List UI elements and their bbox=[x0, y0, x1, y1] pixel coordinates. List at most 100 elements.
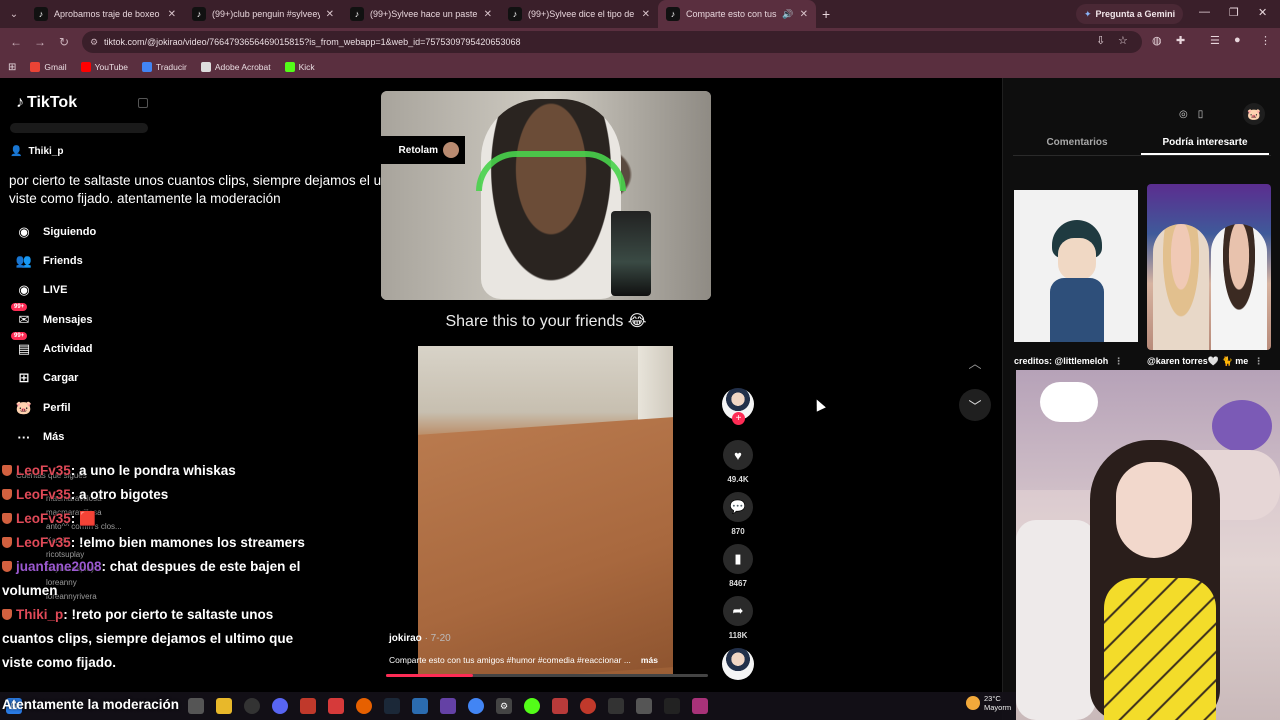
profile-avatar-icon[interactable]: ● bbox=[1234, 34, 1241, 46]
app-4k-icon[interactable] bbox=[608, 698, 624, 714]
previous-video-button[interactable]: ︿ bbox=[959, 346, 991, 378]
reading-list-icon[interactable]: ☰ bbox=[1210, 34, 1220, 47]
device-icon[interactable]: ▯ bbox=[1198, 109, 1204, 120]
bookmark-item[interactable]: Adobe Acrobat bbox=[200, 62, 271, 72]
epic-games-icon[interactable] bbox=[664, 698, 680, 714]
share-button[interactable]: ➦ 118K bbox=[720, 596, 756, 640]
browser-tab[interactable]: ♪ (99+)Sylvee dice el tipo de nom ✕ bbox=[500, 0, 658, 28]
back-icon[interactable]: ← bbox=[4, 35, 28, 49]
bookmark-item[interactable]: Kick bbox=[284, 62, 315, 72]
app-darkred-icon[interactable] bbox=[552, 698, 568, 714]
site-info-icon[interactable]: ⚙ bbox=[90, 37, 98, 48]
weather-widget[interactable]: 23°C Mayorm bbox=[966, 694, 1011, 712]
taskbar-app-icon[interactable] bbox=[188, 698, 204, 714]
sidebar-item-activity[interactable]: ▤ 99+ Actividad bbox=[11, 332, 93, 359]
apps-grid-icon[interactable]: ⊞ bbox=[8, 62, 16, 73]
sidebar-item-more[interactable]: ··· Más bbox=[14, 427, 65, 447]
app-green-icon[interactable] bbox=[524, 698, 540, 714]
reaction-video-top[interactable] bbox=[381, 91, 711, 300]
url-field[interactable]: ⚙ tiktok.com/@jokirao/video/766479365646… bbox=[82, 31, 1142, 53]
extensions-puzzle-icon[interactable]: ✚ bbox=[1176, 34, 1185, 47]
thumb-1-more-icon[interactable]: ⋮ bbox=[1114, 356, 1123, 366]
app-record-icon[interactable] bbox=[580, 698, 596, 714]
tab-comments[interactable]: Comentarios bbox=[1013, 130, 1141, 155]
sidebar-item-live[interactable]: ◉ LIVE bbox=[14, 280, 67, 300]
close-tab-icon[interactable]: ✕ bbox=[800, 9, 808, 20]
app-pink-icon[interactable] bbox=[692, 698, 708, 714]
sidebar-item-friends[interactable]: 👥 Friends bbox=[14, 251, 83, 271]
new-tab-button[interactable]: + bbox=[822, 6, 830, 22]
steam-app-icon[interactable] bbox=[384, 698, 400, 714]
maximize-icon[interactable]: ❐ bbox=[1229, 6, 1239, 19]
thumb-2-caption[interactable]: @karen torres🤍 🐈 me bbox=[1147, 356, 1248, 366]
firefox-icon[interactable] bbox=[356, 698, 372, 714]
comment-button[interactable]: 💬 870 bbox=[720, 492, 756, 536]
creator-avatar-button[interactable]: + bbox=[720, 388, 756, 425]
weather-sun-icon bbox=[966, 696, 980, 710]
speaker-icon[interactable]: 🔊 bbox=[782, 9, 793, 20]
discord-icon[interactable] bbox=[272, 698, 288, 714]
bookmark-item[interactable]: YouTube bbox=[80, 62, 128, 72]
video-progress-bar[interactable] bbox=[386, 674, 708, 677]
chat-username[interactable]: LeoFv35 bbox=[16, 535, 71, 550]
close-tab-icon[interactable]: ✕ bbox=[484, 9, 492, 20]
video-main-clip[interactable] bbox=[418, 346, 673, 676]
collapse-sidebar-icon[interactable] bbox=[138, 98, 148, 108]
video-author[interactable]: jokirao bbox=[389, 633, 422, 644]
gemini-button[interactable]: ✦ Pregunta a Gemini bbox=[1076, 4, 1184, 24]
app-blue-icon[interactable] bbox=[412, 698, 428, 714]
sidebar-item-messages[interactable]: ✉ 99+ Mensajes bbox=[11, 303, 93, 330]
app-gray-icon[interactable] bbox=[636, 698, 652, 714]
bookmark-item[interactable]: Traducir bbox=[142, 62, 187, 72]
follow-plus-icon[interactable]: + bbox=[732, 412, 745, 425]
reload-icon[interactable]: ↻ bbox=[52, 35, 76, 49]
app-red2-icon[interactable] bbox=[328, 698, 344, 714]
sidebar-item-avatar[interactable]: ◉ Siguiendo bbox=[14, 222, 96, 242]
chat-username[interactable]: LeoFv35 bbox=[16, 511, 71, 526]
chrome-icon[interactable] bbox=[468, 698, 484, 714]
file-explorer-icon[interactable] bbox=[216, 698, 232, 714]
next-video-button[interactable]: ﹀ bbox=[959, 389, 991, 421]
compass-icon[interactable]: ◎ bbox=[1179, 109, 1188, 120]
profile-pig-icon[interactable]: 🐷 bbox=[1243, 103, 1266, 125]
thumb-2-more-icon[interactable]: ⋮ bbox=[1254, 356, 1263, 366]
minimize-icon[interactable]: — bbox=[1199, 6, 1210, 18]
settings-gear-icon[interactable]: ⚙ bbox=[496, 698, 512, 714]
video-author-line[interactable]: jokirao · 7-20 bbox=[389, 633, 451, 644]
close-tab-icon[interactable]: ✕ bbox=[642, 9, 650, 20]
browser-tab[interactable]: ♪ Aprobamos traje de boxeo de ✕ bbox=[26, 0, 184, 28]
obs-icon[interactable] bbox=[440, 698, 456, 714]
steam-icon[interactable] bbox=[244, 698, 260, 714]
close-tab-icon[interactable]: ✕ bbox=[168, 9, 176, 20]
extension-icon[interactable]: ◍ bbox=[1152, 34, 1162, 47]
browser-tab[interactable]: ♪ (99+)club penguin #sylveey #s ✕ bbox=[184, 0, 342, 28]
recommended-thumb-1[interactable] bbox=[1014, 190, 1138, 342]
close-window-icon[interactable]: ✕ bbox=[1258, 6, 1267, 19]
sidebar-item-upload[interactable]: ⊞ Cargar bbox=[14, 368, 79, 388]
chat-username[interactable]: juanfane2008 bbox=[16, 559, 102, 574]
tiktok-logo[interactable]: ♪ TikTok bbox=[16, 94, 77, 112]
browser-tab[interactable]: ♪ Comparte esto con tus ami 🔊 ✕ bbox=[658, 0, 816, 28]
recommended-thumb-2[interactable] bbox=[1147, 184, 1271, 350]
video-date: · 7-20 bbox=[424, 633, 451, 644]
bookmark-star-icon[interactable]: ☆ bbox=[1118, 34, 1128, 47]
sound-avatar-button[interactable] bbox=[720, 648, 756, 680]
close-tab-icon[interactable]: ✕ bbox=[326, 9, 334, 20]
search-input[interactable] bbox=[10, 123, 148, 133]
like-button[interactable]: ♥ 49.4K bbox=[720, 440, 756, 484]
thumb-1-caption[interactable]: creditos: @littlemeloh bbox=[1014, 356, 1108, 366]
install-app-icon[interactable]: ⇩ bbox=[1096, 34, 1105, 47]
save-button[interactable]: ▮ 8467 bbox=[720, 544, 756, 588]
bookmark-item[interactable]: Gmail bbox=[30, 62, 67, 72]
chat-username[interactable]: LeoFv35 bbox=[16, 463, 71, 478]
app-red-icon[interactable] bbox=[300, 698, 316, 714]
forward-icon[interactable]: → bbox=[28, 35, 52, 49]
browser-menu-icon[interactable]: ⋮ bbox=[1260, 34, 1271, 47]
more-button[interactable]: más bbox=[641, 655, 658, 665]
sidebar-item-profile-pig[interactable]: 🐷 Perfil bbox=[14, 398, 71, 418]
tab-search-icon[interactable]: ⌄ bbox=[2, 2, 26, 26]
tab-recommended[interactable]: Podría interesarte bbox=[1141, 130, 1269, 155]
chat-username[interactable]: Thiki_p bbox=[16, 607, 63, 622]
browser-tab[interactable]: ♪ (99+)Sylvee hace un pastel de ✕ bbox=[342, 0, 500, 28]
chat-username[interactable]: LeoFv35 bbox=[16, 487, 71, 502]
